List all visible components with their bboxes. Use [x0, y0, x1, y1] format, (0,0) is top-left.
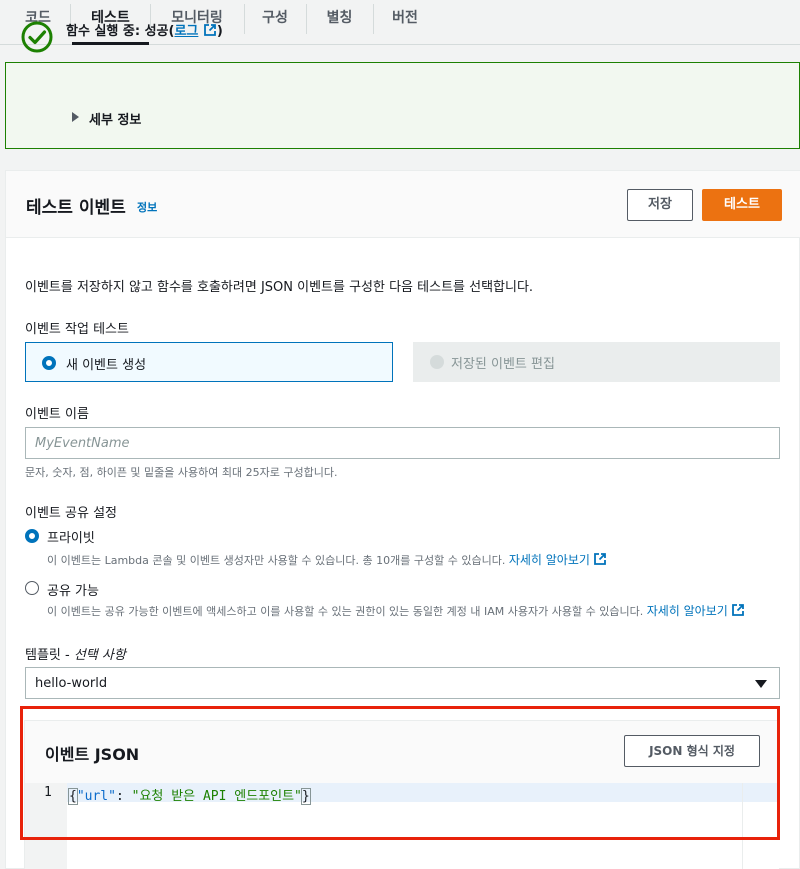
private-learn-more-link[interactable]: 자세히 알아보기 — [509, 553, 590, 567]
alert-title-text: 함수 실행 중: 성공( — [66, 24, 175, 39]
event-action-label: 이벤트 작업 테스트 — [25, 322, 129, 337]
template-optional: 선택 사항 — [73, 648, 126, 663]
event-name-label: 이벤트 이름 — [25, 407, 89, 422]
shareable-label: 공유 가능 — [47, 584, 99, 599]
shareable-description: 이 이벤트는 공유 가능한 이벤트에 액세스하고 이를 사용할 수 있는 권한이… — [47, 602, 745, 619]
tab-divider — [244, 4, 245, 34]
info-link[interactable]: 정보 — [137, 199, 157, 215]
private-description: 이 이벤트는 Lambda 콘솔 및 이벤트 생성자만 사용할 수 있습니다. … — [47, 551, 607, 568]
external-link-icon[interactable] — [203, 23, 217, 37]
private-label: 프라이빗 — [47, 531, 95, 546]
alert-title: 함수 실행 중: 성공(로그 ) — [66, 20, 223, 39]
shareable-learn-more-link[interactable]: 자세히 알아보기 — [647, 604, 728, 618]
details-toggle[interactable]: 세부 정보 — [89, 109, 141, 128]
edit-saved-label: 저장된 이벤트 편집 — [451, 357, 555, 372]
external-link-icon[interactable] — [731, 603, 745, 617]
new-event-label: 새 이벤트 생성 — [66, 358, 147, 373]
template-select[interactable]: hello-world — [25, 667, 780, 699]
success-alert — [5, 62, 800, 149]
log-link[interactable]: 로그 — [174, 24, 198, 39]
template-label: 템플릿 - 선택 사항 — [25, 648, 126, 663]
highlight-frame — [20, 706, 780, 840]
tab-configuration[interactable]: 구성 — [246, 0, 304, 45]
event-name-hint: 문자, 숫자, 점, 하이픈 및 밑줄을 사용하여 최대 25자로 구성합니다. — [25, 466, 338, 479]
chevron-down-icon[interactable] — [755, 680, 767, 688]
tab-divider — [306, 4, 307, 34]
new-event-tile[interactable]: 새 이벤트 생성 — [25, 342, 393, 382]
panel-header: 테스트 이벤트 정보 저장 테스트 — [6, 171, 800, 238]
caret-right-icon[interactable] — [72, 112, 79, 122]
radio-private[interactable] — [25, 529, 39, 543]
panel-title: 테스트 이벤트 — [26, 198, 126, 218]
external-link-icon[interactable] — [593, 552, 607, 566]
success-check-icon — [21, 21, 53, 53]
radio-new-event[interactable] — [42, 356, 56, 370]
sharing-label: 이벤트 공유 설정 — [25, 506, 117, 521]
edit-saved-event-tile: 저장된 이벤트 편집 — [413, 342, 780, 382]
tab-divider — [373, 4, 374, 34]
radio-shareable[interactable] — [25, 581, 39, 595]
template-value: hello-world — [35, 676, 108, 691]
tab-aliases[interactable]: 별칭 — [308, 0, 371, 45]
radio-edit-saved — [430, 355, 444, 369]
tab-versions[interactable]: 버전 — [375, 0, 435, 45]
alert-title-suffix: ) — [216, 24, 223, 39]
intro-text: 이벤트를 저장하지 않고 함수를 호출하려면 JSON 이벤트를 구성한 다음 … — [25, 280, 534, 295]
save-button[interactable]: 저장 — [627, 189, 693, 221]
test-button[interactable]: 테스트 — [702, 189, 782, 221]
event-name-input[interactable] — [25, 427, 780, 459]
